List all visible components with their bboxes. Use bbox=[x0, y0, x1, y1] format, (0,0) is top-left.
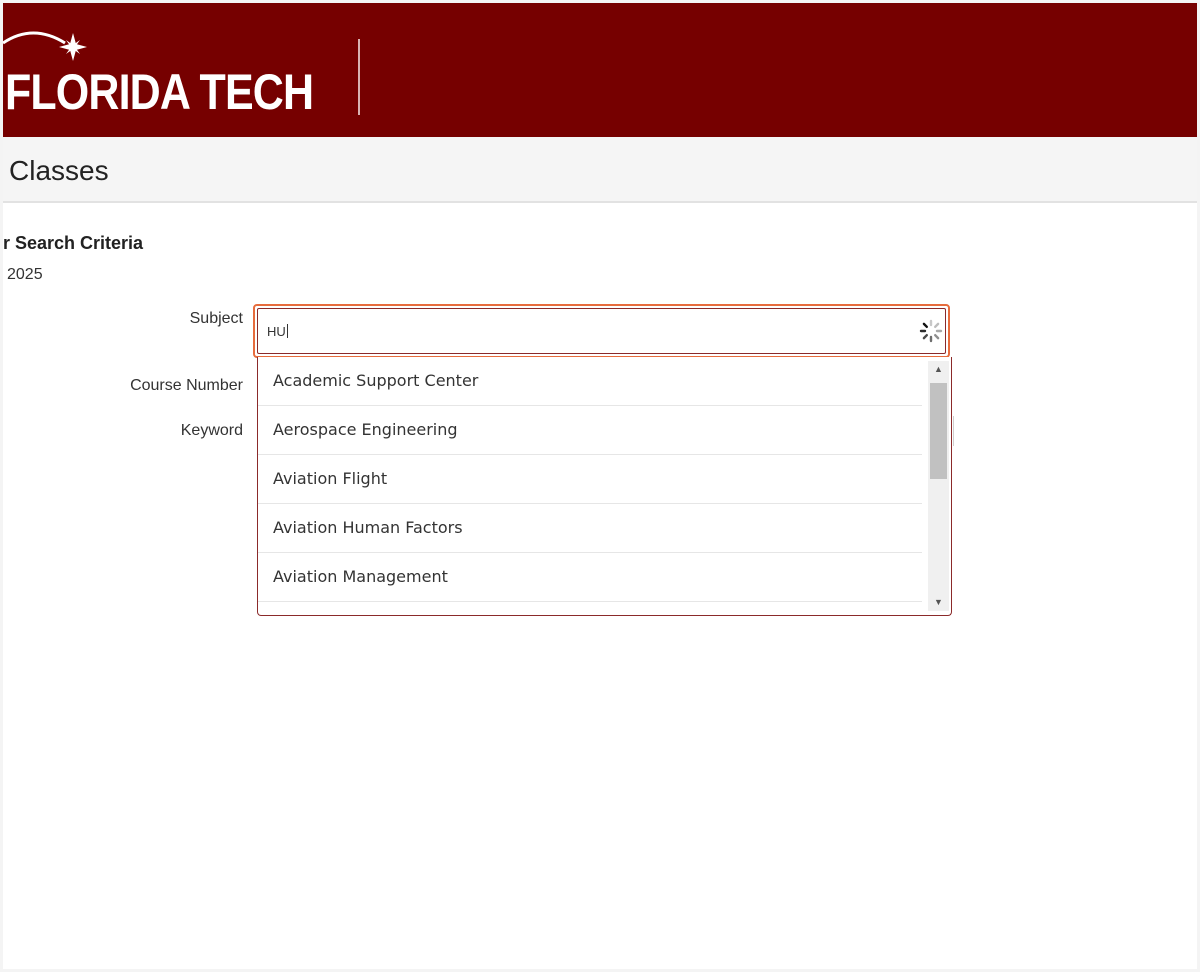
header-divider bbox=[358, 39, 360, 115]
subject-input-value[interactable]: HU bbox=[267, 324, 288, 339]
spinner-icon bbox=[919, 319, 943, 343]
course-number-label: Course Number bbox=[130, 377, 243, 394]
term-value: 2025 bbox=[7, 266, 43, 283]
subject-label: Subject bbox=[189, 310, 243, 327]
subject-option-academic-support-center[interactable]: Academic Support Center bbox=[258, 357, 922, 406]
keyword-input-edge bbox=[953, 416, 954, 446]
subject-option-aviation-flight[interactable]: Aviation Flight bbox=[258, 455, 922, 504]
dropdown-scrollbar[interactable]: ▲ ▼ bbox=[928, 361, 949, 611]
keyword-label: Keyword bbox=[180, 422, 243, 439]
logo-wordmark: FLORIDA TECH bbox=[5, 64, 314, 120]
subject-option-aviation-human-factors[interactable]: Aviation Human Factors bbox=[258, 504, 922, 553]
text-caret bbox=[286, 324, 288, 338]
scroll-up-arrow-icon[interactable]: ▲ bbox=[928, 361, 949, 378]
subject-input[interactable]: HU bbox=[253, 304, 950, 358]
scrollbar-thumb[interactable] bbox=[930, 383, 947, 479]
subject-option-list: Academic Support Center Aerospace Engine… bbox=[258, 357, 922, 615]
page-title: Classes bbox=[9, 155, 109, 186]
subject-option-aerospace-engineering[interactable]: Aerospace Engineering bbox=[258, 406, 922, 455]
scroll-down-arrow-icon[interactable]: ▼ bbox=[928, 594, 949, 611]
page-title-bar: Classes bbox=[3, 137, 1197, 203]
search-criteria-heading: r Search Criteria bbox=[3, 233, 144, 253]
subject-dropdown: Academic Support Center Aerospace Engine… bbox=[257, 357, 952, 616]
florida-tech-logo[interactable]: FLORIDA TECH bbox=[3, 29, 343, 119]
browser-page: FLORIDA TECH Classes r Search Criteria 2… bbox=[3, 3, 1197, 969]
subject-option-aviation-management[interactable]: Aviation Management bbox=[258, 553, 922, 602]
site-header: FLORIDA TECH bbox=[3, 3, 1197, 137]
subject-input-inner bbox=[257, 308, 946, 354]
subject-input-text: HU bbox=[267, 324, 286, 339]
